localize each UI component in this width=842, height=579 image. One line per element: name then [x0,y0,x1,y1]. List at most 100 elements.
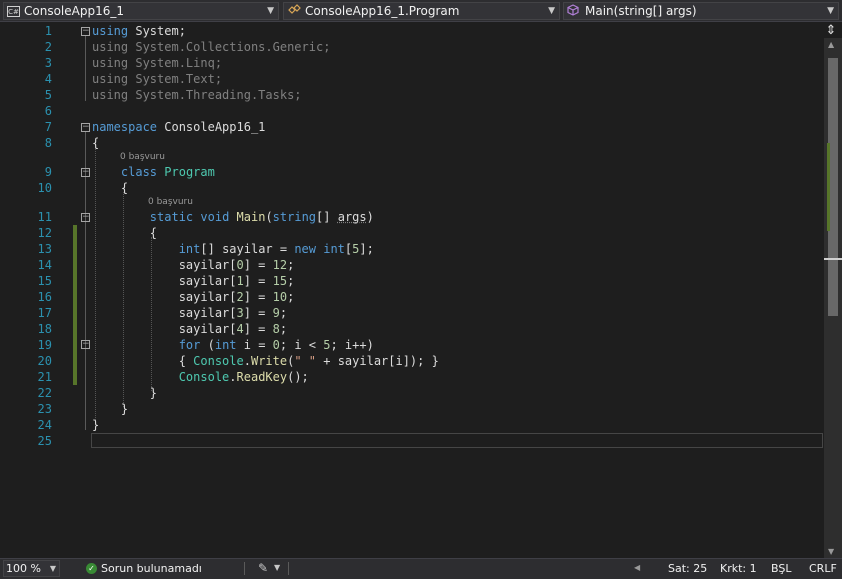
code-line[interactable]: sayilar[1] = 15; [92,274,295,288]
codelens-references[interactable]: 0 başvuru [148,197,193,207]
code-line[interactable]: using System; [92,24,186,38]
line-number: 7 [44,120,52,134]
code-token: System; [128,24,186,38]
code-line[interactable]: } [92,402,128,416]
code-line[interactable]: { [92,181,128,195]
line-number: 1 [44,24,52,38]
code-token: 1 [236,274,244,288]
split-window-icon[interactable]: ⇕ [824,24,838,38]
code-line[interactable]: class Program [92,165,215,179]
code-line[interactable]: Console.ReadKey(); [92,370,309,384]
collapse-icon[interactable]: − [81,168,90,177]
code-line[interactable]: static void Main(string[] args) [92,210,374,224]
code-token: i = [236,338,273,352]
checkmark-circle-icon: ✓ [86,563,97,574]
code-line[interactable]: using System.Text; [92,72,222,86]
code-line[interactable]: } [92,386,157,400]
fold-guide [85,36,86,101]
line-number: 5 [44,88,52,102]
code-line[interactable]: namespace ConsoleApp16_1 [92,120,265,134]
member-label: Main(string[] args) [585,4,697,18]
scroll-down-icon[interactable]: ▼ [828,547,834,556]
member-dropdown[interactable]: Main(string[] args) ▼ [563,2,839,20]
method-icon [567,3,581,19]
code-token: 0 [236,258,244,272]
editor-status-bar: 100 % ▼ ✓ Sorun bulunamadı ✎ ▼ ◀ Sat: 25… [0,558,842,579]
code-token: using System.Threading.Tasks; [92,88,302,102]
code-line[interactable]: sayilar[4] = 8; [92,322,287,336]
code-line[interactable]: for (int i = 0; i < 5; i++) [92,338,374,352]
chevron-down-icon[interactable]: ▼ [274,563,280,572]
code-line[interactable]: sayilar[0] = 12; [92,258,295,272]
line-number: 20 [37,354,52,368]
code-token: sayilar[ [92,274,237,288]
code-cleanup-brush-icon[interactable]: ✎ [258,561,268,575]
code-line[interactable]: { [92,226,157,240]
code-line[interactable]: { [92,136,99,150]
fold-guide [85,222,86,397]
code-token: args [337,210,367,224]
code-token: Console [193,354,244,368]
project-dropdown[interactable]: C# ConsoleApp16_1 ▼ [3,2,279,20]
code-token: Main [236,210,266,224]
code-token: sayilar[ [92,290,237,304]
class-icon [287,3,301,19]
chevron-down-icon: ▼ [267,6,274,16]
collapse-icon[interactable]: − [81,27,90,36]
code-token: } [92,418,100,432]
code-line[interactable]: using System.Collections.Generic; [92,40,330,54]
scroll-left-icon[interactable]: ◀ [634,563,640,572]
code-token: { [92,354,194,368]
fold-guide [85,349,86,365]
code-line[interactable]: sayilar[3] = 9; [92,306,287,320]
code-token: for [178,338,201,352]
line-number: 11 [37,210,52,224]
code-token: int [178,242,201,256]
code-token: ( [265,210,273,224]
code-token: int [214,338,237,352]
code-line[interactable]: using System.Threading.Tasks; [92,88,302,102]
code-token: [] sayilar = [200,242,295,256]
class-dropdown[interactable]: ConsoleApp16_1.Program ▼ [283,2,560,20]
vertical-scrollbar[interactable]: ▲ ▼ [824,38,842,558]
code-token: Write [250,354,288,368]
line-position: Sat: 25 [668,562,708,575]
collapse-icon[interactable]: − [81,213,90,222]
zoom-dropdown[interactable]: 100 % ▼ [3,560,60,577]
code-token: 0 [272,338,280,352]
code-token: { [92,226,158,240]
line-number: 10 [37,181,52,195]
code-line[interactable]: sayilar[2] = 10; [92,290,295,304]
code-token: namespace [92,120,158,134]
code-editor[interactable]: − − − − − 1 2 3 4 5 6 7 8 9 10 11 12 13 … [0,22,824,558]
zoom-level: 100 % [6,562,41,575]
collapse-icon[interactable]: − [81,123,90,132]
issues-indicator[interactable]: ✓ Sorun bulunamadı [86,562,202,575]
code-line[interactable]: } [92,418,99,432]
navigation-bar: C# ConsoleApp16_1 ▼ ConsoleApp16_1.Progr… [0,0,842,22]
scroll-up-icon[interactable]: ▲ [828,40,834,49]
code-token: int [323,242,345,256]
code-token: ] = [243,258,273,272]
separator [244,562,245,575]
collapse-icon[interactable]: − [81,340,90,349]
code-token: . [243,354,251,368]
code-token: string [272,210,317,224]
line-number: 22 [37,386,52,400]
code-line[interactable]: { Console.Write(" " + sayilar[i]); } [92,354,439,368]
indent-mode[interactable]: BŞL [771,562,791,575]
line-number: 2 [44,40,52,54]
line-number: 14 [37,258,52,272]
code-token: ; [287,274,295,288]
code-line[interactable]: using System.Linq; [92,56,222,70]
code-line[interactable]: int[] sayilar = new int[5]; [92,242,374,256]
code-token: sayilar[ [92,306,237,320]
line-ending[interactable]: CRLF [809,562,837,575]
line-number: 13 [37,242,52,256]
code-token: using System.Linq; [92,56,223,70]
code-token: using [92,24,129,38]
codelens-references[interactable]: 0 başvuru [120,152,165,162]
